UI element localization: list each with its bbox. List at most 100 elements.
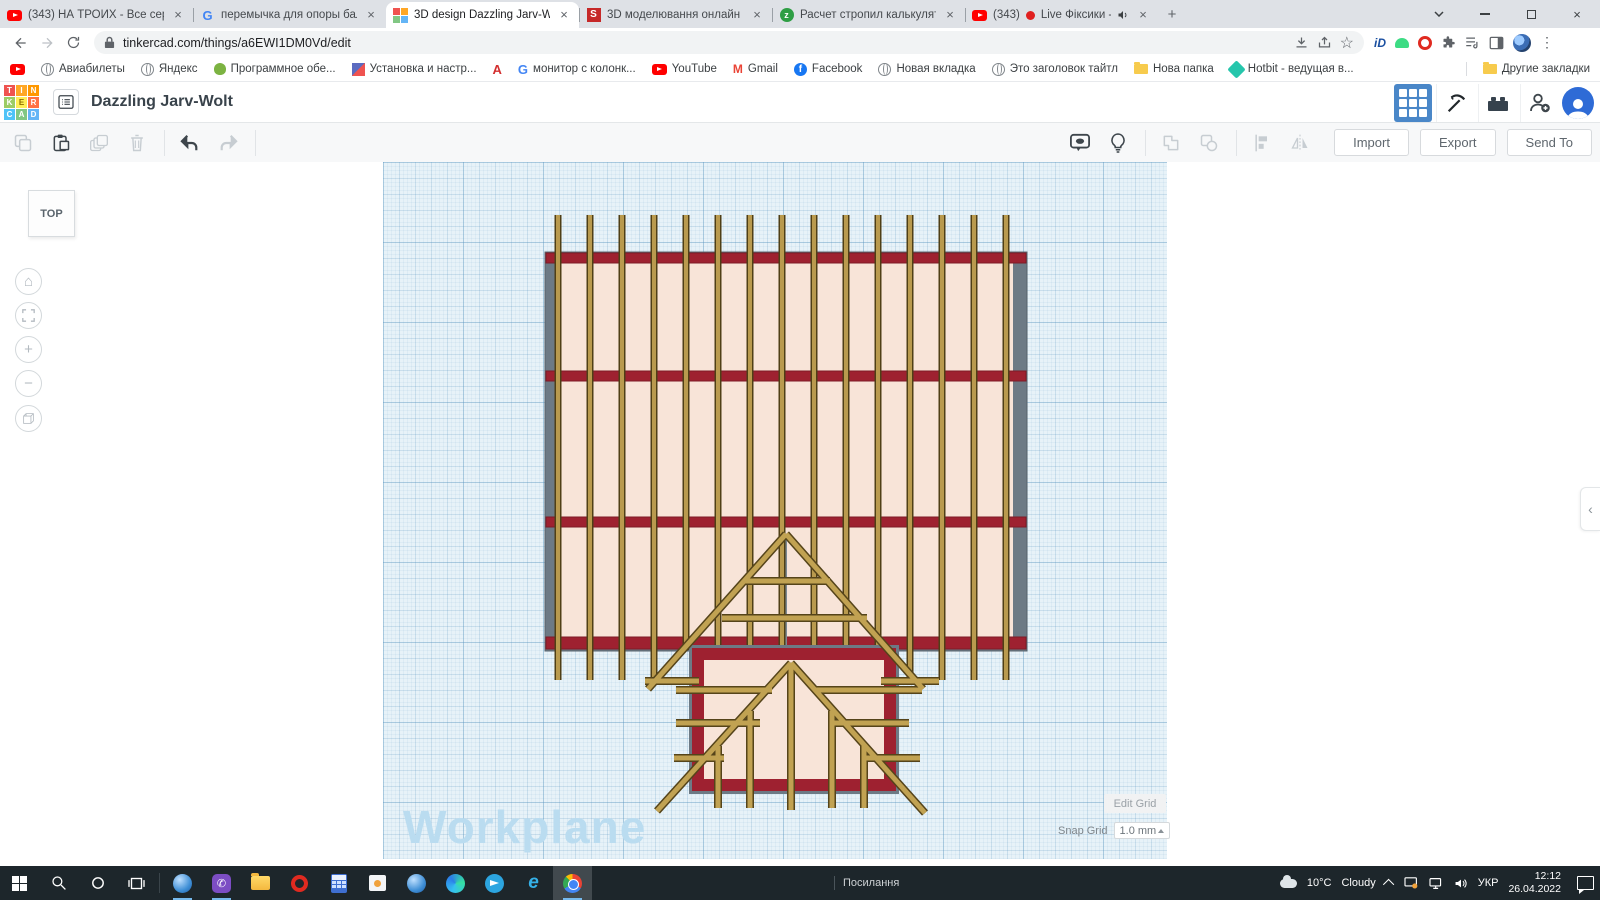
design-title[interactable]: Dazzling Jarv-Wolt [91,93,233,111]
redo-button[interactable] [213,128,243,158]
url-omnibox[interactable]: tinkercad.com/things/a6EWI1DM0Vd/edit ☆ [94,31,1364,54]
minimize-button[interactable] [1462,0,1508,28]
tab-close-icon[interactable]: × [749,7,765,23]
home-view-button[interactable]: ⌂ [15,268,42,295]
export-button[interactable]: Export [1419,129,1496,156]
tab-search-icon[interactable] [1416,0,1462,28]
bookmark-setup[interactable]: Установка и настр... [351,62,477,76]
taskbar-app-explorer[interactable] [241,866,280,900]
align-button[interactable] [1247,128,1277,158]
delete-button[interactable] [122,128,152,158]
tab-close-icon[interactable]: × [556,7,572,23]
taskbar-app-telegram[interactable] [475,866,514,900]
language-indicator[interactable]: УКР [1478,877,1499,889]
taskbar-app-store[interactable] [358,866,397,900]
forward-button[interactable] [34,30,60,56]
taskbar-app-internet-explorer[interactable]: e [514,866,553,900]
bookmark-yandex[interactable]: Яндекс [140,62,198,76]
tab-3d-modeling[interactable]: S 3D моделювання онлайн × [579,2,772,28]
back-button[interactable] [8,30,34,56]
zoom-out-button[interactable]: − [15,370,42,397]
lightbulb-button[interactable] [1103,128,1133,158]
tray-expand-icon[interactable] [1382,878,1394,891]
bookmark-gmail[interactable]: M Gmail [733,62,778,76]
android-extension-icon[interactable] [1395,37,1409,48]
weather-condition[interactable]: Cloudy [1341,877,1375,889]
bookmark-facebook[interactable]: f Facebook [793,62,862,76]
copy-button[interactable] [8,128,38,158]
tab-google-search[interactable]: G перемычка для опоры балки кр × [193,2,386,28]
zoom-in-button[interactable]: + [15,336,42,363]
perspective-toggle-button[interactable] [15,405,42,432]
browser-menu-icon[interactable]: ⋮ [1540,34,1554,51]
brick-export-button[interactable] [1478,83,1516,122]
playlist-icon[interactable] [1465,36,1480,49]
reload-button[interactable] [60,30,86,56]
extension-id-icon[interactable]: iD [1374,36,1386,50]
side-panel-icon[interactable] [1489,36,1504,50]
view-cube-top[interactable]: TOP [28,190,75,237]
new-tab-button[interactable]: + [1158,2,1186,28]
taskbar-app-viber[interactable]: ✆ [202,866,241,900]
taskbar-app-calculator[interactable] [319,866,358,900]
url-text[interactable]: tinkercad.com/things/a6EWI1DM0Vd/edit [123,36,1286,50]
restore-button[interactable] [1508,0,1554,28]
tinkercad-logo[interactable]: TIN KER CAD [4,84,39,120]
paste-button[interactable] [46,128,76,158]
weather-cloud-icon[interactable] [1279,874,1297,888]
lock-icon[interactable] [104,36,115,49]
show-all-button[interactable] [1065,128,1095,158]
weather-temp[interactable]: 10°C [1307,877,1332,889]
start-button[interactable] [0,866,39,900]
bookmark-software[interactable]: Программное обе... [213,63,336,75]
tab-rafter-calculator[interactable]: z Расчет стропил калькулятор, ра × [772,2,965,28]
tab-youtube-na-troih[interactable]: (343) НА ТРОИХ - Все серии по × [0,2,193,28]
mirror-button[interactable] [1285,128,1315,158]
tray-notification-icon[interactable] [1404,876,1419,890]
ungroup-button[interactable] [1194,128,1224,158]
cortana-button[interactable] [78,866,117,900]
bookmark-title-site[interactable]: Это заголовок тайтл [991,62,1118,76]
snap-grid-select[interactable]: 1.0 mm [1113,822,1170,839]
bookmark-youtube[interactable] [10,63,25,75]
shapes-panel-toggle[interactable]: ‹ [1580,487,1600,531]
close-window-button[interactable]: × [1554,0,1600,28]
bookmark-aviabilety[interactable]: Авиабилеты [41,62,125,76]
taskbar-app-edge[interactable] [436,866,475,900]
action-center-icon[interactable] [1577,876,1594,894]
speaker-icon[interactable] [1117,9,1129,21]
send-to-button[interactable]: Send To [1506,129,1592,156]
bookmark-red-a[interactable]: А [493,62,502,77]
bookmark-youtube-2[interactable]: YouTube [651,63,717,75]
bookmark-hotbit[interactable]: Hotbit - ведущая в... [1227,59,1354,79]
invite-collaborator-button[interactable] [1520,83,1558,122]
undo-button[interactable] [175,128,205,158]
download-icon[interactable] [1294,35,1309,50]
tab-youtube-live[interactable]: (343) Live Фіксики - всі с × [965,2,1158,28]
bookmark-monitor[interactable]: Gмонитор с колонк... [518,62,636,77]
minecraft-export-button[interactable] [1436,83,1474,122]
blocks-view-button[interactable] [1394,83,1432,122]
fit-view-button[interactable] [15,302,42,329]
tab-close-icon[interactable]: × [170,7,186,23]
task-view-button[interactable] [117,866,156,900]
opera-extension-icon[interactable] [1418,35,1432,50]
search-button[interactable] [39,866,78,900]
import-button[interactable]: Import [1334,129,1409,156]
taskbar-app-opera[interactable] [280,866,319,900]
design-properties-button[interactable] [53,89,79,115]
user-avatar[interactable] [1562,86,1594,119]
duplicate-button[interactable] [84,128,114,158]
taskbar-app-browser-orb[interactable] [163,866,202,900]
taskbar-app-orb-2[interactable] [397,866,436,900]
bookmark-new-tab[interactable]: Новая вкладка [878,62,976,76]
tab-close-icon[interactable]: × [363,7,379,23]
group-button[interactable] [1156,128,1186,158]
tray-volume-icon[interactable] [1454,877,1468,890]
tray-network-icon[interactable] [1429,877,1444,890]
bookmark-folder-nova[interactable]: Нова папка [1133,62,1214,75]
other-bookmarks-folder[interactable]: Другие закладки [1482,62,1590,75]
tab-close-icon[interactable]: × [942,7,958,23]
profile-avatar[interactable] [1513,33,1531,52]
edit-grid-button[interactable]: Edit Grid [1104,794,1166,813]
